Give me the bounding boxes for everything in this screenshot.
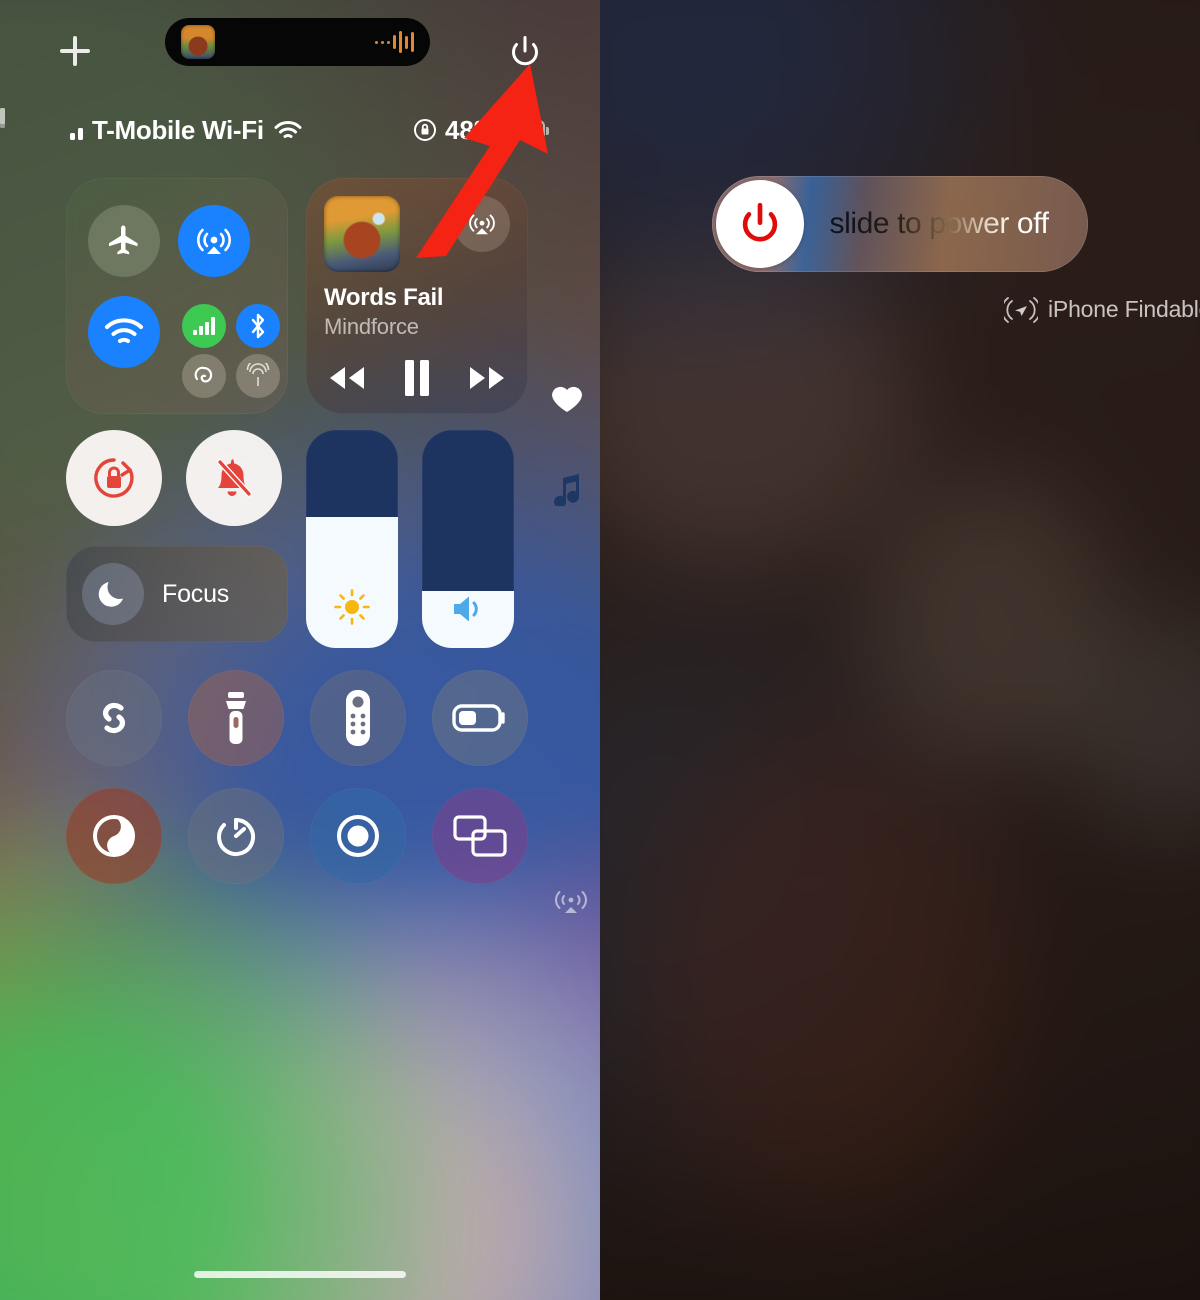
connectivity-module[interactable]: [66, 178, 288, 414]
airplay-button[interactable]: [454, 196, 510, 252]
add-control-button[interactable]: [60, 36, 90, 66]
brightness-fill: [306, 517, 398, 648]
airplane-icon: [109, 225, 138, 255]
cellular-data-toggle[interactable]: [182, 304, 226, 348]
cellular-signal-icon: [0, 108, 83, 140]
airplay-icon: [469, 214, 495, 235]
screen-mirroring-icon: [453, 815, 507, 857]
rewind-button[interactable]: [324, 364, 370, 392]
power-off-panel: slide to power off iPhone Findable After…: [600, 0, 1200, 1300]
silent-mode-toggle[interactable]: [186, 430, 282, 526]
audio-waveform-icon: [375, 30, 414, 54]
shazam-icon: [102, 702, 126, 734]
dynamic-island-media[interactable]: [165, 18, 430, 66]
low-power-battery-icon: [452, 704, 505, 732]
carrier-label: T-Mobile Wi-Fi: [92, 114, 264, 145]
findable-label: iPhone Findable After Power Off: [1048, 296, 1200, 322]
crescent-moon-icon: [82, 563, 144, 625]
status-bar: T-Mobile Wi-Fi 48%: [0, 108, 600, 152]
flashlight-button[interactable]: [188, 670, 284, 766]
album-art-thumbnail: [181, 25, 215, 59]
screenshot-root: T-Mobile Wi-Fi 48% Words Fail Mindforce …: [0, 0, 1200, 1300]
wifi-toggle[interactable]: [88, 296, 160, 368]
screen-record-icon: [337, 815, 379, 857]
airplay-audio-icon: [552, 884, 590, 918]
airdrop-icon: [197, 228, 231, 254]
screen-mirroring-button[interactable]: [432, 788, 528, 884]
speaker-icon: [422, 592, 514, 626]
cellular-bars-icon: [193, 317, 215, 335]
slide-to-power-off-slider[interactable]: slide to power off: [712, 176, 1088, 272]
wifi-icon: [274, 121, 302, 138]
battery-percent-label: 48%: [444, 114, 497, 145]
rotation-lock-toggle[interactable]: [66, 430, 162, 526]
control-center-grid: Words Fail Mindforce Focus: [0, 178, 600, 913]
power-button[interactable]: [508, 35, 542, 69]
control-center-panel: T-Mobile Wi-Fi 48% Words Fail Mindforce …: [0, 0, 600, 1300]
hotspot-icon: [246, 363, 270, 386]
rotation-lock-icon: [413, 119, 436, 141]
iphone-findable-row[interactable]: iPhone Findable After Power Off: [600, 296, 1200, 323]
fast-forward-button[interactable]: [464, 364, 510, 392]
airdrop-small-toggle[interactable]: [182, 354, 226, 398]
dark-mode-icon: [93, 815, 135, 857]
album-art: [324, 196, 400, 272]
tv-remote-icon: [346, 690, 370, 746]
flashlight-icon: [226, 692, 246, 744]
timer-icon: [217, 818, 256, 856]
volume-slider[interactable]: [422, 430, 514, 648]
sun-icon: [306, 588, 398, 626]
bell-slash-icon: [217, 459, 252, 497]
power-icon: [742, 202, 778, 242]
personal-hotspot-toggle[interactable]: [236, 354, 280, 398]
dark-mode-button[interactable]: [66, 788, 162, 884]
airdrop-small-icon: [194, 366, 213, 383]
rotation-lock-icon: [94, 458, 134, 498]
now-playing-module[interactable]: Words Fail Mindforce: [306, 178, 528, 414]
home-indicator: [194, 1271, 406, 1278]
track-title: Words Fail: [324, 284, 444, 311]
airplane-mode-toggle[interactable]: [88, 205, 160, 277]
bluetooth-toggle[interactable]: [236, 304, 280, 348]
brightness-slider[interactable]: [306, 430, 398, 648]
screen-recording-button[interactable]: [310, 788, 406, 884]
timer-button[interactable]: [188, 788, 284, 884]
wifi-icon: [105, 318, 143, 343]
low-power-mode-button[interactable]: [432, 670, 528, 766]
track-artist: Mindforce: [324, 314, 419, 339]
find-my-icon: [1004, 296, 1039, 323]
bluetooth-icon: [251, 313, 265, 339]
shazam-button[interactable]: [66, 670, 162, 766]
power-slider-knob[interactable]: [716, 180, 804, 268]
slide-to-power-off-label: slide to power off: [804, 207, 1088, 241]
focus-label: Focus: [162, 579, 230, 608]
airdrop-toggle[interactable]: [178, 205, 250, 277]
tv-remote-button[interactable]: [310, 670, 406, 766]
focus-toggle[interactable]: Focus: [66, 546, 288, 642]
pause-button[interactable]: [400, 358, 434, 398]
battery-icon: [505, 120, 549, 140]
